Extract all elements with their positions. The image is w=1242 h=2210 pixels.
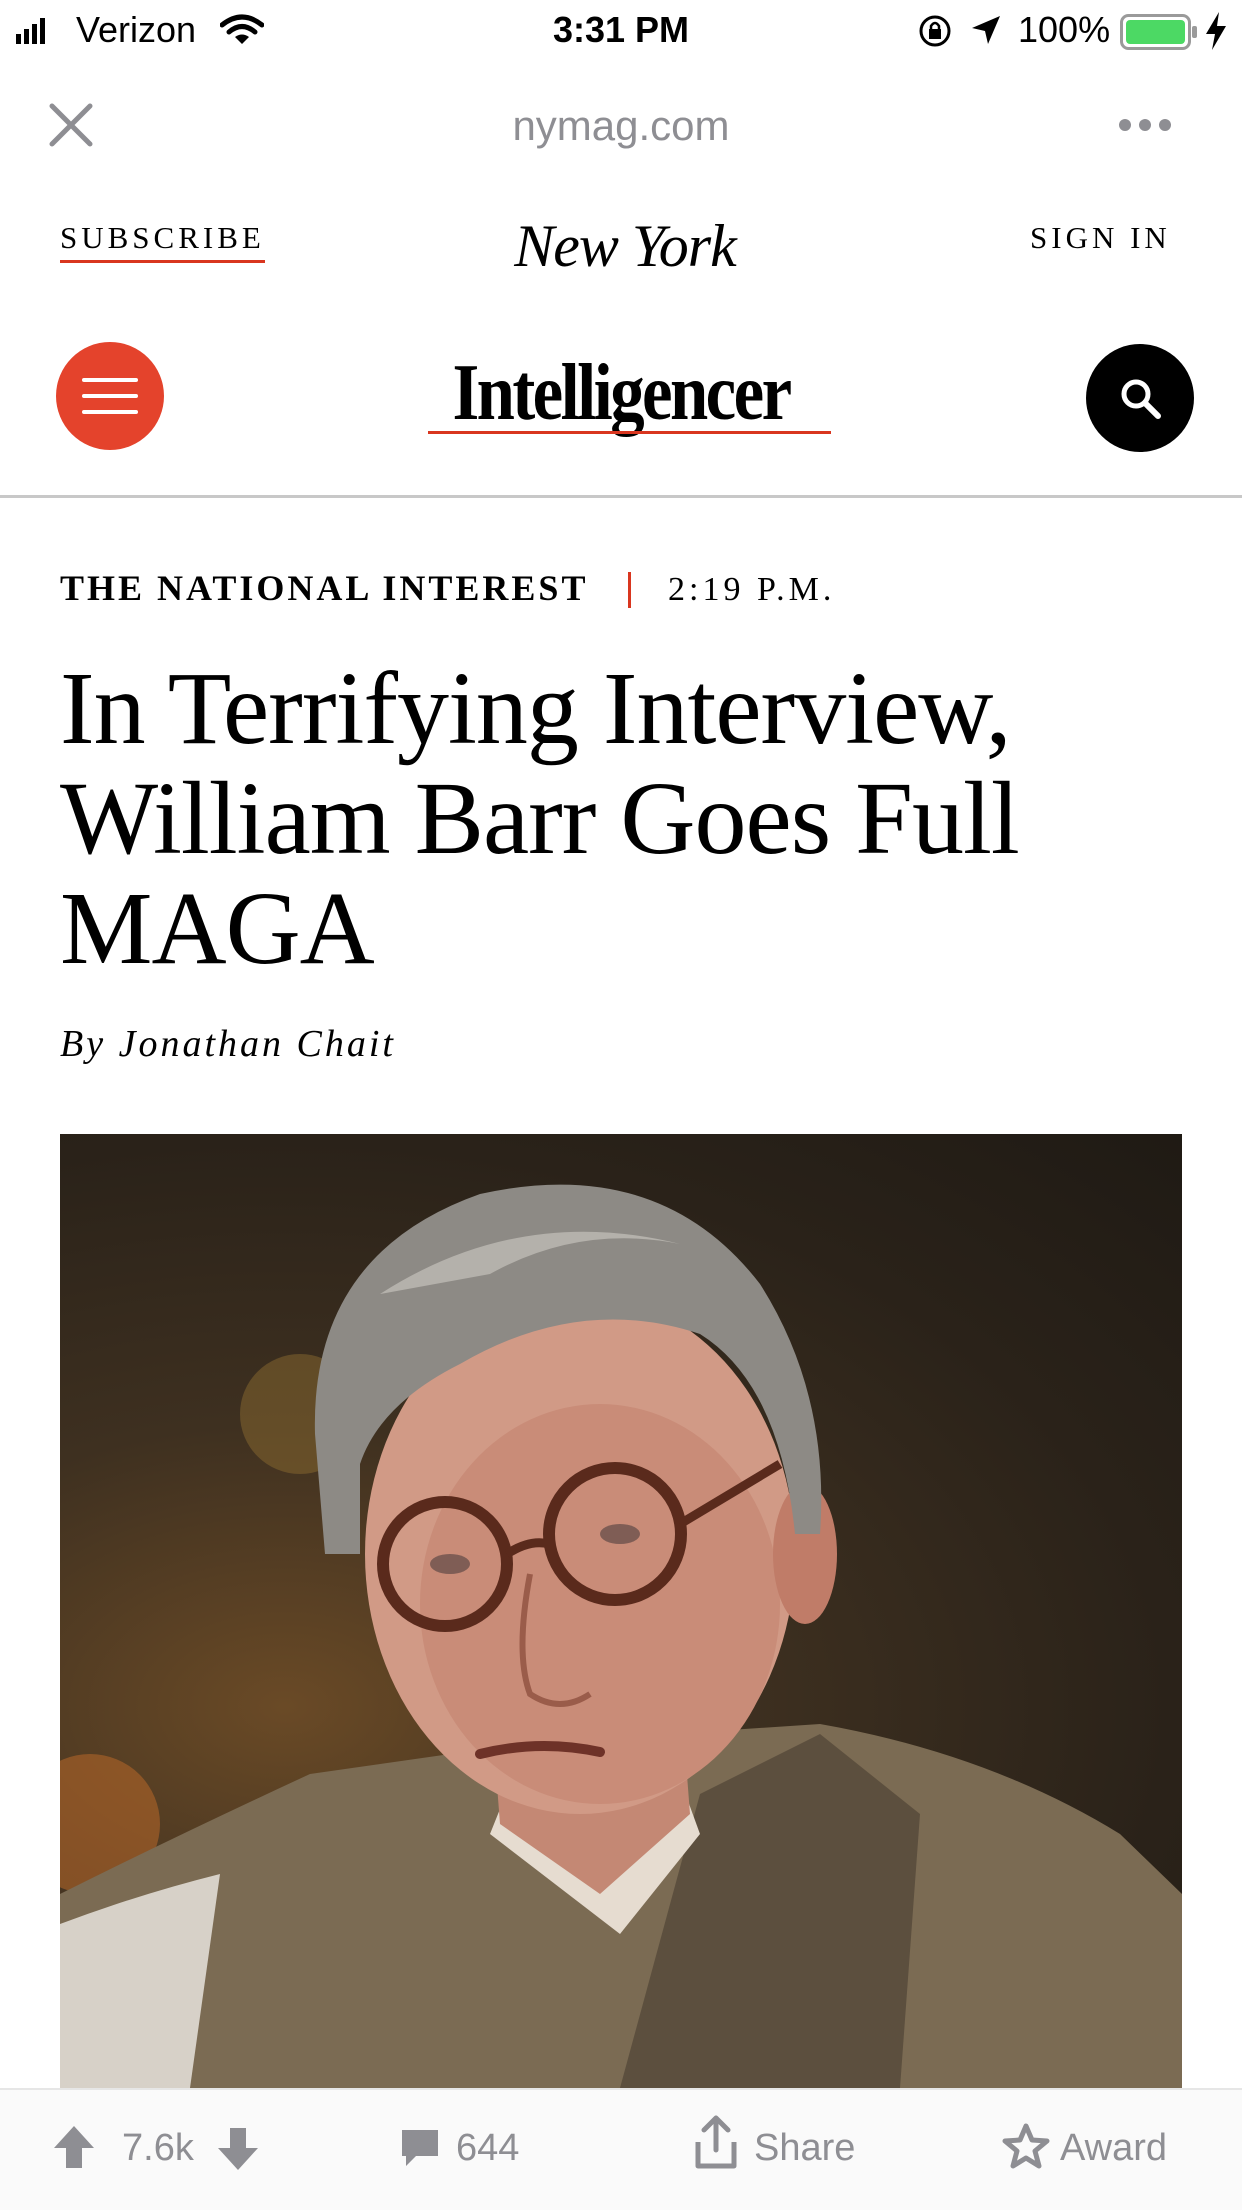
battery-percent: 100%: [1018, 9, 1111, 50]
share-label: Share: [754, 2127, 856, 2169]
status-bar: Verizon 3:31 PM 100%: [0, 0, 1242, 62]
upvote-icon[interactable]: [52, 2124, 96, 2170]
award-label: Award: [1060, 2127, 1168, 2169]
comment-count: 644: [456, 2127, 520, 2169]
vote-score: 7.6k: [122, 2127, 194, 2169]
bottom-action-bar: 7.6k 644 Share Award: [0, 2088, 1242, 2210]
intelligencer-logo[interactable]: Intelligencer: [371, 345, 872, 441]
portrait-illustration: [60, 1184, 1182, 2088]
location-icon: [972, 16, 1000, 44]
article-timestamp: 2:19 P.M.: [668, 571, 836, 608]
menu-button[interactable]: [56, 342, 164, 450]
comments-button[interactable]: 644: [398, 2120, 538, 2176]
new-york-logo[interactable]: New York: [480, 208, 770, 284]
rubric-separator: [628, 572, 631, 608]
search-icon: [1121, 379, 1161, 419]
url-bar[interactable]: nymag.com: [0, 98, 1242, 154]
battery-icon: [1120, 14, 1197, 50]
downvote-icon[interactable]: [216, 2126, 260, 2172]
search-button[interactable]: [1086, 344, 1194, 452]
share-icon: [695, 2115, 737, 2169]
rubric-link[interactable]: THE NATIONAL INTEREST: [60, 566, 588, 610]
charging-icon: [1206, 12, 1226, 50]
more-icon[interactable]: [1118, 118, 1172, 132]
article-byline[interactable]: By Jonathan Chait: [60, 1020, 396, 1068]
award-button[interactable]: Award: [1002, 2118, 1202, 2178]
subscribe-link[interactable]: SUBSCRIBE: [60, 218, 265, 263]
orientation-lock-icon: [919, 15, 951, 47]
award-icon: [1002, 2123, 1050, 2169]
brand-underline: [428, 431, 831, 434]
article-headline: In Terrifying Interview, William Barr Go…: [60, 651, 1020, 986]
comment-icon: [402, 2130, 438, 2166]
article-hero-image[interactable]: [60, 1134, 1182, 2088]
sign-in-link[interactable]: SIGN IN: [1030, 218, 1171, 258]
header-divider: [0, 495, 1242, 498]
share-button[interactable]: Share: [692, 2114, 872, 2178]
